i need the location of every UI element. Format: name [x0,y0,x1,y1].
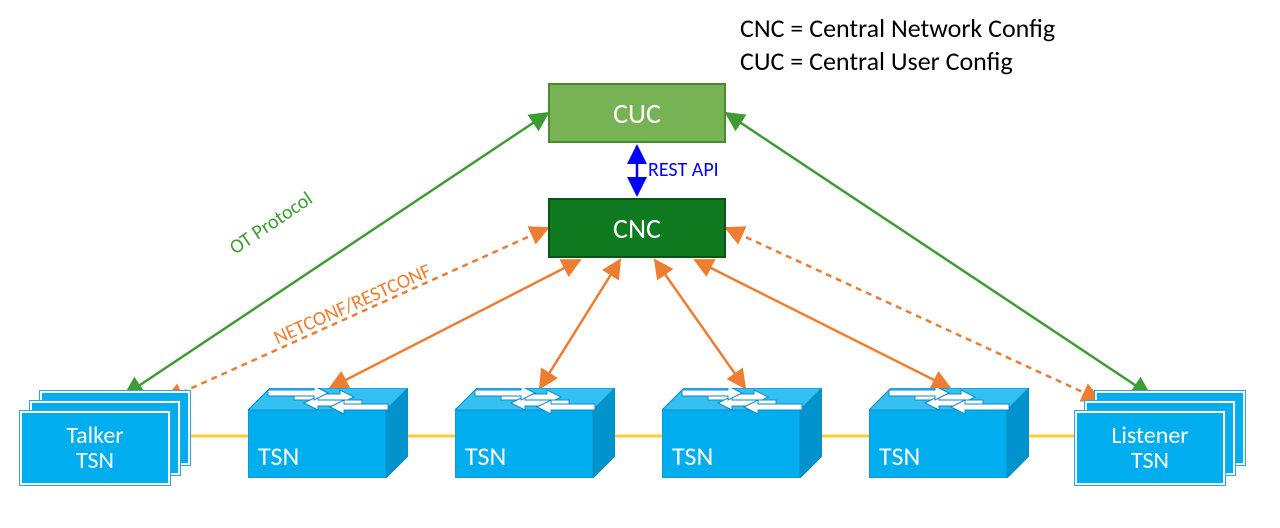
talker-label-line1: Talker [66,423,123,448]
tsn-switch-2: TSN [455,388,615,478]
legend: CNC = Central Network Config CUC = Centr… [740,12,1055,77]
edge-label-ot-protocol: OT Protocol [225,187,317,260]
talker-node: Talker TSN [20,391,190,486]
tsn-switch-4-label: TSN [879,440,920,472]
listener-card-front: Listener TSN [1075,411,1225,485]
edge-label-rest-api: REST API [648,158,719,182]
listener-node: Listener TSN [1075,391,1245,486]
cnc-node: CNC [548,198,726,258]
legend-line-cnc: CNC = Central Network Config [740,12,1055,45]
listener-label-line2: TSN [1131,448,1169,473]
cnc-label: CNC [613,211,661,246]
talker-card-front: Talker TSN [20,411,170,485]
cuc-label: CUC [613,96,661,131]
tsn-switch-3-label: TSN [672,440,713,472]
tsn-switch-3: TSN [662,388,822,478]
listener-label-line1: Listener [1111,423,1188,448]
cuc-node: CUC [548,83,726,143]
tsn-switch-2-label: TSN [465,440,506,472]
tsn-switch-1: TSN [248,388,408,478]
tsn-switch-4: TSN [869,388,1029,478]
talker-label-line2: TSN [76,448,114,473]
legend-line-cuc: CUC = Central User Config [740,45,1055,78]
diagram-stage: CUC CNC OT Protocol NETCONF/RESTCONF RES… [0,0,1280,528]
tsn-switch-1-label: TSN [258,440,299,472]
edge-label-netconf: NETCONF/RESTCONF [270,259,435,350]
